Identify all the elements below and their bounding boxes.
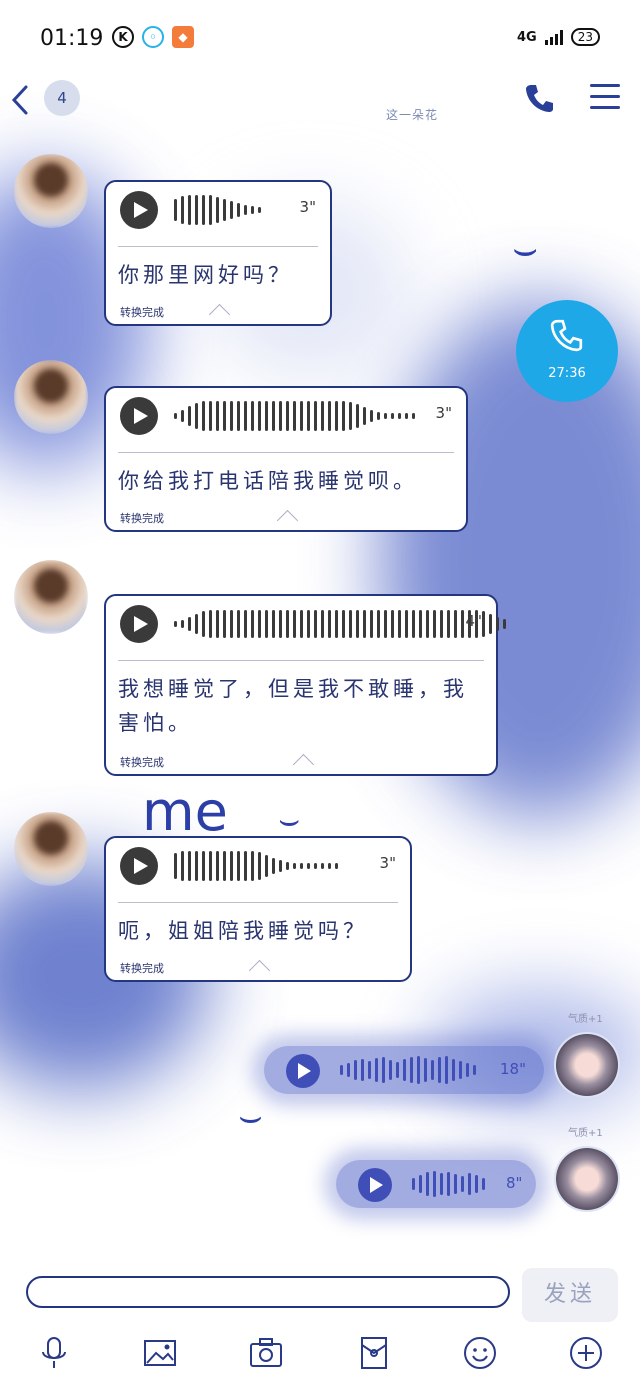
qq-icon: ◦ [142,26,164,48]
waveform [174,398,415,434]
microphone-icon[interactable] [36,1335,72,1371]
contact-avatar[interactable] [14,560,88,634]
camera-icon[interactable] [248,1335,284,1371]
bottom-toolbar [0,1335,640,1375]
voice-duration: 4" [465,612,482,630]
unread-count-badge[interactable]: 4 [44,80,80,116]
convert-status: 转换完成 [120,756,164,769]
waveform [174,606,506,642]
collapse-caret-icon[interactable] [292,753,315,776]
voice-message-bubble[interactable]: 3" 呃，姐姐陪我睡觉吗？ 转换完成 [104,836,412,982]
outgoing-voice-message[interactable]: 18" [264,1046,544,1094]
image-icon[interactable] [142,1335,178,1371]
convert-status: 转换完成 [120,512,164,525]
pendant-tag: 气质+1 [568,1128,603,1139]
smile-doodle: ⌣ [512,226,539,272]
voice-message-bubble[interactable]: 4" 我想睡觉了，但是我不敢睡，我害怕。 转换完成 [104,594,506,776]
battery-icon: 23 [570,28,600,46]
me-doodle: me [142,780,228,843]
divider [118,660,484,661]
outgoing-voice-message[interactable]: 8" [336,1160,536,1208]
voice-player[interactable]: 3" [120,847,396,885]
pendant-tag: 气质+1 [568,1014,603,1025]
red-packet-icon[interactable] [356,1335,392,1371]
back-arrow-icon[interactable] [10,84,32,116]
signal-icon [544,29,563,45]
transcript-text: 我想睡觉了，但是我不敢睡，我害怕。 [118,677,468,735]
play-icon[interactable] [120,191,158,229]
phone-icon [550,319,583,352]
contact-avatar[interactable] [14,154,88,228]
call-duration: 27:36 [548,366,586,381]
voice-duration: 18" [500,1060,526,1078]
voice-duration: 8" [506,1174,523,1192]
contact-name: 这一朵花 [386,108,439,122]
divider [118,452,454,453]
status-time: 01:19 [40,26,104,51]
status-right: 4G 23 [517,28,600,46]
phone-icon[interactable] [524,82,556,114]
app-notification-icon: ◆ [172,26,194,48]
transcript-text: 你给我打电话陪我睡觉呗。 [118,469,418,493]
voice-player[interactable]: 3" [120,191,316,229]
chat-header: 4 这一朵花 [0,70,640,130]
status-notification-icons: K ◦ ◆ [112,26,194,48]
voice-duration: 3" [299,198,316,216]
play-icon[interactable] [120,847,158,885]
voice-message-bubble[interactable]: 3" 你那里网好吗？ 转换完成 [104,180,332,326]
play-icon[interactable] [120,605,158,643]
my-avatar[interactable] [554,1032,620,1098]
send-button[interactable]: 发送 [522,1268,618,1322]
play-icon[interactable] [358,1168,392,1202]
convert-status: 转换完成 [120,306,164,319]
voice-call-record[interactable]: 27:36 [516,300,618,402]
message-input[interactable] [26,1276,510,1308]
smile-doodle: ⌣ [278,800,301,840]
divider [118,902,398,903]
waveform [340,1052,476,1088]
smile-doodle: ⌣ [238,1094,264,1138]
collapse-caret-icon[interactable] [248,959,271,982]
network-label: 4G [517,29,537,45]
transcript-text: 你那里网好吗？ [118,263,293,287]
k-app-icon: K [112,26,134,48]
waveform [174,192,261,228]
collapse-caret-icon[interactable] [208,303,231,326]
waveform [174,848,338,884]
plus-icon[interactable] [568,1335,604,1371]
play-icon[interactable] [286,1054,320,1088]
my-avatar[interactable] [554,1146,620,1212]
emoji-icon[interactable] [462,1335,498,1371]
contact-avatar[interactable] [14,360,88,434]
menu-icon[interactable] [590,84,620,110]
voice-player[interactable]: 3" [120,397,452,435]
collapse-caret-icon[interactable] [276,509,299,532]
convert-status: 转换完成 [120,962,164,975]
contact-avatar[interactable] [14,812,88,886]
voice-player[interactable]: 4" [120,605,506,643]
voice-duration: 3" [379,854,396,872]
waveform [412,1166,485,1202]
play-icon[interactable] [120,397,158,435]
status-bar: 01:19 K ◦ ◆ 4G 23 [0,0,640,70]
transcript-text: 呃，姐姐陪我睡觉吗？ [118,919,368,943]
voice-message-bubble[interactable]: 3" 你给我打电话陪我睡觉呗。 转换完成 [104,386,468,532]
voice-duration: 3" [435,404,452,422]
divider [118,246,318,247]
